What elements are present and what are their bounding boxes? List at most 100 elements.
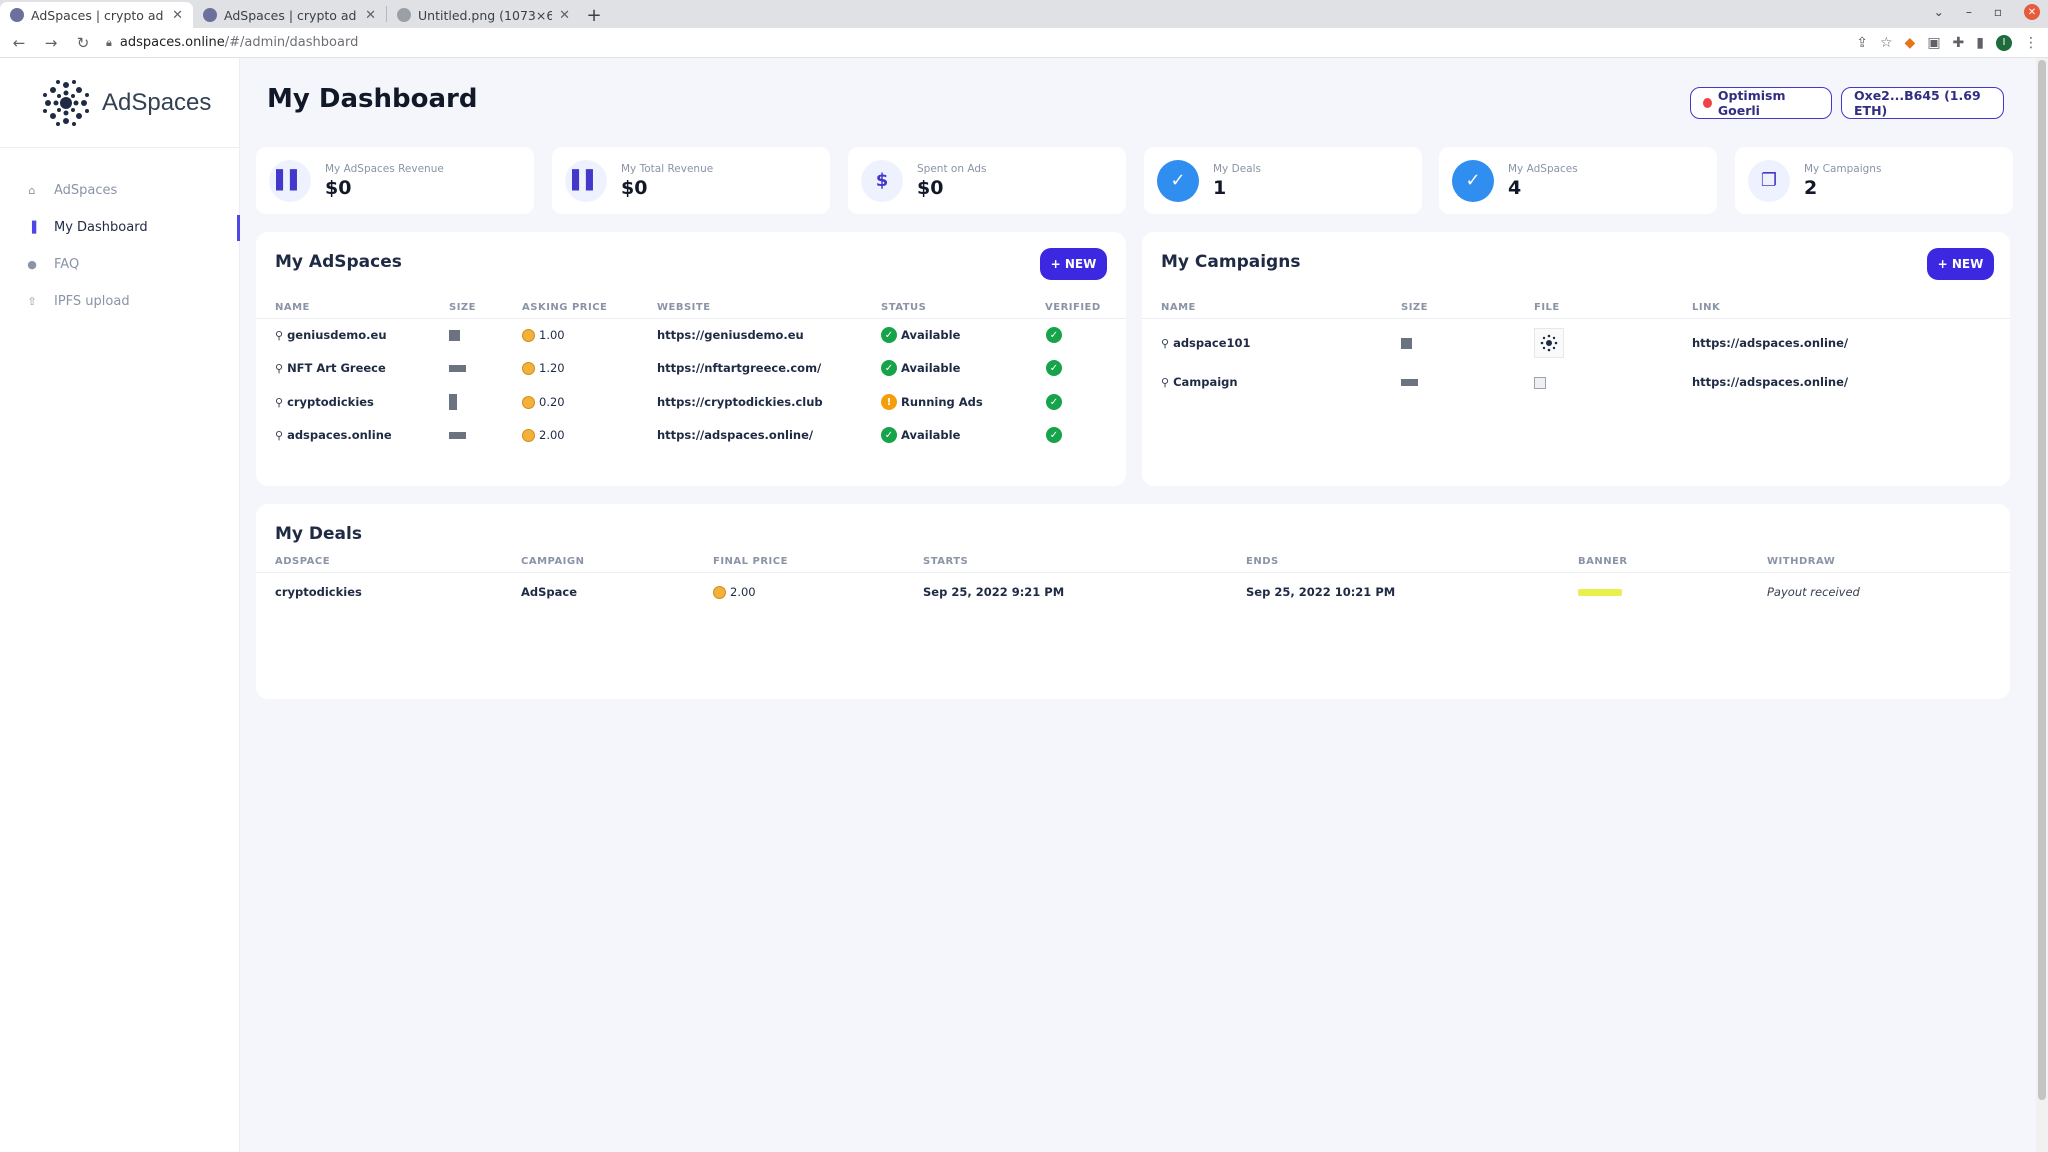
tab-search-icon[interactable]: ⌄ [1934,5,1944,19]
asking-price: 1.00 [522,325,565,345]
minimize-icon[interactable]: – [1966,5,1972,19]
stat-card: ▌▌ My Total Revenue $0 [552,147,830,214]
browser-tab[interactable]: AdSpaces | crypto ad reve ✕ [193,2,386,28]
sidebar: AdSpaces ⌂ AdSpaces ▐ My Dashboard ● FAQ… [0,58,240,1152]
table-row-name[interactable]: ⚲ geniusdemo.eu [275,325,387,345]
table-row-name[interactable]: ⚲ adspaces.online [275,425,392,445]
tab-title: AdSpaces | crypto ad reve [224,7,358,23]
table-row-name[interactable]: ⚲ Campaign [1161,372,1238,392]
campaign-link[interactable]: https://adspaces.online/ [1692,372,1848,392]
column-header: SIZE [1401,302,1429,313]
close-icon[interactable]: ✕ [559,8,570,23]
table-row-name[interactable]: ⚲ cryptodickies [275,392,374,412]
network-button[interactable]: Optimism Goerli [1690,87,1832,119]
sidebar-item-adspaces[interactable]: ⌂ AdSpaces [0,172,239,209]
divider [256,572,2010,573]
forward-arrow-icon[interactable]: → [42,34,60,52]
search-icon: ⚲ [1161,336,1170,350]
bookmark-star-icon[interactable]: ☆ [1880,35,1893,51]
metamask-fox-icon[interactable]: ◆ [1905,35,1916,51]
back-arrow-icon[interactable]: ← [10,34,28,52]
verified-indicator: ✓ [1046,325,1062,345]
wallet-button[interactable]: Oxe2...B645 (1.69 ETH) [1841,87,2004,119]
adspaces-logo-icon [43,79,89,126]
website-link[interactable]: https://geniusdemo.eu [657,325,804,345]
bar-chart-icon: ▌▌ [269,159,311,202]
search-icon: ⚲ [275,395,284,409]
column-header: LINK [1692,302,1721,313]
sidebar-item-label: My Dashboard [54,220,148,235]
stat-label: My Deals [1213,162,1261,175]
verified-indicator: ✓ [1046,392,1062,412]
share-icon[interactable]: ⇪ [1856,35,1868,51]
column-header: NAME [1161,302,1196,313]
browser-tab[interactable]: AdSpaces | crypto ad reve ✕ [0,2,193,28]
check-circle-icon: ✓ [881,327,897,343]
website-link[interactable]: https://adspaces.online/ [657,425,813,445]
column-header: FILE [1534,302,1560,313]
stat-label: My Total Revenue [621,162,714,175]
page-title: My Dashboard [267,84,478,114]
reload-icon[interactable]: ↻ [74,34,92,52]
campaign-file-thumbnail [1534,328,1564,358]
page-scrollbar[interactable] [2036,58,2048,1152]
campaigns-card: My Campaigns + NEW NAME SIZE FILE LINK ⚲… [1142,232,2010,486]
sidebar-item-my-dashboard[interactable]: ▐ My Dashboard [0,209,240,246]
side-panel-icon[interactable]: ▮ [1976,35,1984,51]
sidebar-item-label: FAQ [54,257,80,272]
new-tab-button[interactable]: + [580,2,608,28]
profile-avatar[interactable]: I [1996,34,2012,51]
stat-label: My AdSpaces Revenue [325,162,444,175]
search-icon: ⚲ [275,361,284,375]
extension-icon[interactable]: ▣ [1927,35,1940,51]
website-link[interactable]: https://nftartgreece.com/ [657,358,821,378]
restore-icon[interactable]: ▫ [1994,5,2002,19]
campaign-link[interactable]: https://adspaces.online/ [1692,333,1848,353]
puzzle-icon[interactable]: ✚ [1953,35,1965,51]
brand-name: AdSpaces [102,88,212,116]
brand[interactable]: AdSpaces [0,58,239,148]
kebab-menu-icon[interactable]: ⋮ [2024,35,2038,51]
withdraw-status: Payout received [1767,585,1860,599]
window-close-icon[interactable]: ✕ [2024,4,2040,20]
close-icon[interactable]: ✕ [172,8,183,23]
sidebar-item-ipfs-upload[interactable]: ⇧ IPFS upload [0,283,239,320]
sidebar-item-faq[interactable]: ● FAQ [0,246,239,283]
stat-label: My AdSpaces [1508,162,1578,175]
check-circle-icon: ✓ [1046,360,1062,376]
deal-adspace[interactable]: cryptodickies [275,582,362,602]
new-adspace-button[interactable]: + NEW [1040,248,1107,280]
deal-campaign[interactable]: AdSpace [521,582,577,602]
dollar-icon: $ [861,159,903,202]
stat-value: $0 [917,176,944,199]
tab-title: Untitled.png (1073×632) [418,7,553,23]
scrollbar-thumb[interactable] [2038,60,2046,1100]
url-field[interactable]: 🔒︎ adspaces.online/#/admin/dashboard [106,35,1842,50]
coin-icon [522,328,535,342]
stat-value: 2 [1804,176,1818,199]
coin-icon [522,395,535,409]
stat-card: ✓ My Deals 1 [1144,147,1422,214]
lock-icon[interactable]: 🔒︎ [106,36,112,50]
status-badge: ✓ Available [881,325,960,345]
globe-icon [397,8,411,22]
status-badge: ✓ Available [881,425,960,445]
table-row-name[interactable]: ⚲ NFT Art Greece [275,358,386,378]
browser-tab[interactable]: Untitled.png (1073×632) ✕ [387,2,580,28]
close-icon[interactable]: ✕ [365,8,376,23]
verified-indicator: ✓ [1046,425,1062,445]
verified-indicator: ✓ [1046,358,1062,378]
deals-card: My Deals ADSPACE CAMPAIGN FINAL PRICE ST… [256,504,2010,699]
url-path: /#/admin/dashboard [224,35,359,50]
column-header: BANNER [1578,556,1628,567]
card-title: My Deals [275,524,362,544]
size-preview [449,394,457,410]
new-campaign-button[interactable]: + NEW [1927,248,1994,280]
table-row-name[interactable]: ⚲ adspace101 [1161,333,1251,353]
stat-label: My Campaigns [1804,162,1882,175]
asking-price: 0.20 [522,392,565,412]
check-circle-icon: ✓ [1046,427,1062,443]
asking-price: 2.00 [522,425,565,445]
column-header: ENDS [1246,556,1279,567]
website-link[interactable]: https://cryptodickies.club [657,392,823,412]
